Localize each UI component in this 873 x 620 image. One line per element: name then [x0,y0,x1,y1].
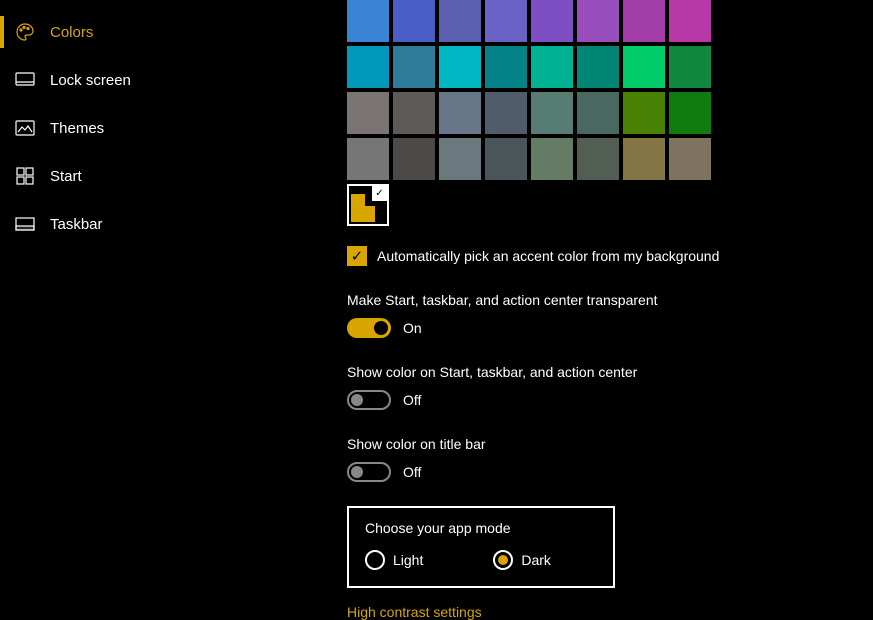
accent-color-grid [347,0,853,180]
sidebar-item-colors[interactable]: Colors [0,8,305,56]
color-swatch[interactable] [531,46,573,88]
show-color-start-setting: Show color on Start, taskbar, and action… [347,364,853,410]
color-swatch[interactable] [623,92,665,134]
color-swatch[interactable] [669,0,711,42]
color-swatch[interactable] [393,138,435,180]
color-swatch[interactable] [623,138,665,180]
show-color-title-setting: Show color on title bar Off [347,436,853,482]
color-swatch[interactable] [669,92,711,134]
color-swatch[interactable] [577,138,619,180]
color-swatch[interactable] [439,0,481,42]
color-swatch[interactable] [577,92,619,134]
sidebar-item-start[interactable]: Start [0,152,305,200]
color-swatch[interactable] [485,138,527,180]
sidebar-item-taskbar[interactable]: Taskbar [0,200,305,248]
sidebar-item-label: Start [50,168,82,185]
app-mode-group: Choose your app mode Light Dark [347,506,615,588]
color-swatch[interactable] [485,46,527,88]
start-icon [12,167,38,185]
color-swatch[interactable] [485,92,527,134]
color-swatch[interactable] [669,138,711,180]
color-swatch[interactable] [393,0,435,42]
palette-icon [12,22,38,42]
color-swatch[interactable] [347,92,389,134]
color-swatch[interactable] [623,46,665,88]
color-swatch[interactable] [439,46,481,88]
show-color-start-state: Off [403,392,421,408]
transparency-setting: Make Start, taskbar, and action center t… [347,292,853,338]
settings-content: ✓ ✓ Automatically pick an accent color f… [305,0,873,575]
app-mode-light-radio[interactable]: Light [365,550,423,570]
app-mode-dark-radio[interactable]: Dark [493,550,551,570]
radio-icon [365,550,385,570]
high-contrast-link[interactable]: High contrast settings [347,604,853,620]
sidebar-item-themes[interactable]: Themes [0,104,305,152]
color-swatch[interactable] [485,0,527,42]
radio-selected-icon [493,550,513,570]
sidebar-item-label: Taskbar [50,216,103,233]
color-swatch[interactable] [439,138,481,180]
settings-sidebar: Colors Lock screen Themes Start [0,0,305,575]
themes-icon [12,120,38,136]
lock-screen-icon [12,72,38,88]
color-swatch[interactable] [531,0,573,42]
color-swatch[interactable] [347,0,389,42]
show-color-start-toggle[interactable] [347,390,391,410]
transparency-toggle[interactable] [347,318,391,338]
show-color-start-label: Show color on Start, taskbar, and action… [347,364,853,380]
color-swatch[interactable] [347,46,389,88]
color-swatch[interactable] [577,46,619,88]
sidebar-item-label: Themes [50,120,104,137]
checkbox-checked-icon: ✓ [347,246,367,266]
color-swatch[interactable] [623,0,665,42]
show-color-title-label: Show color on title bar [347,436,853,452]
current-accent-swatch[interactable]: ✓ [347,184,389,226]
taskbar-icon [12,217,38,231]
sidebar-item-label: Lock screen [50,72,131,89]
transparency-state: On [403,320,422,336]
sidebar-item-lock-screen[interactable]: Lock screen [0,56,305,104]
radio-label-light: Light [393,552,423,568]
show-color-title-toggle[interactable] [347,462,391,482]
color-swatch[interactable] [531,138,573,180]
auto-pick-accent-checkbox[interactable]: ✓ Automatically pick an accent color fro… [347,246,853,266]
color-swatch[interactable] [393,92,435,134]
sidebar-item-label: Colors [50,24,93,41]
color-swatch[interactable] [577,0,619,42]
color-swatch[interactable] [669,46,711,88]
color-swatch[interactable] [439,92,481,134]
color-swatch[interactable] [531,92,573,134]
app-mode-title: Choose your app mode [365,520,597,536]
show-color-title-state: Off [403,464,421,480]
color-swatch[interactable] [393,46,435,88]
transparency-label: Make Start, taskbar, and action center t… [347,292,853,308]
check-icon: ✓ [372,186,387,201]
color-swatch[interactable] [347,138,389,180]
radio-label-dark: Dark [521,552,551,568]
auto-pick-label: Automatically pick an accent color from … [377,248,719,264]
